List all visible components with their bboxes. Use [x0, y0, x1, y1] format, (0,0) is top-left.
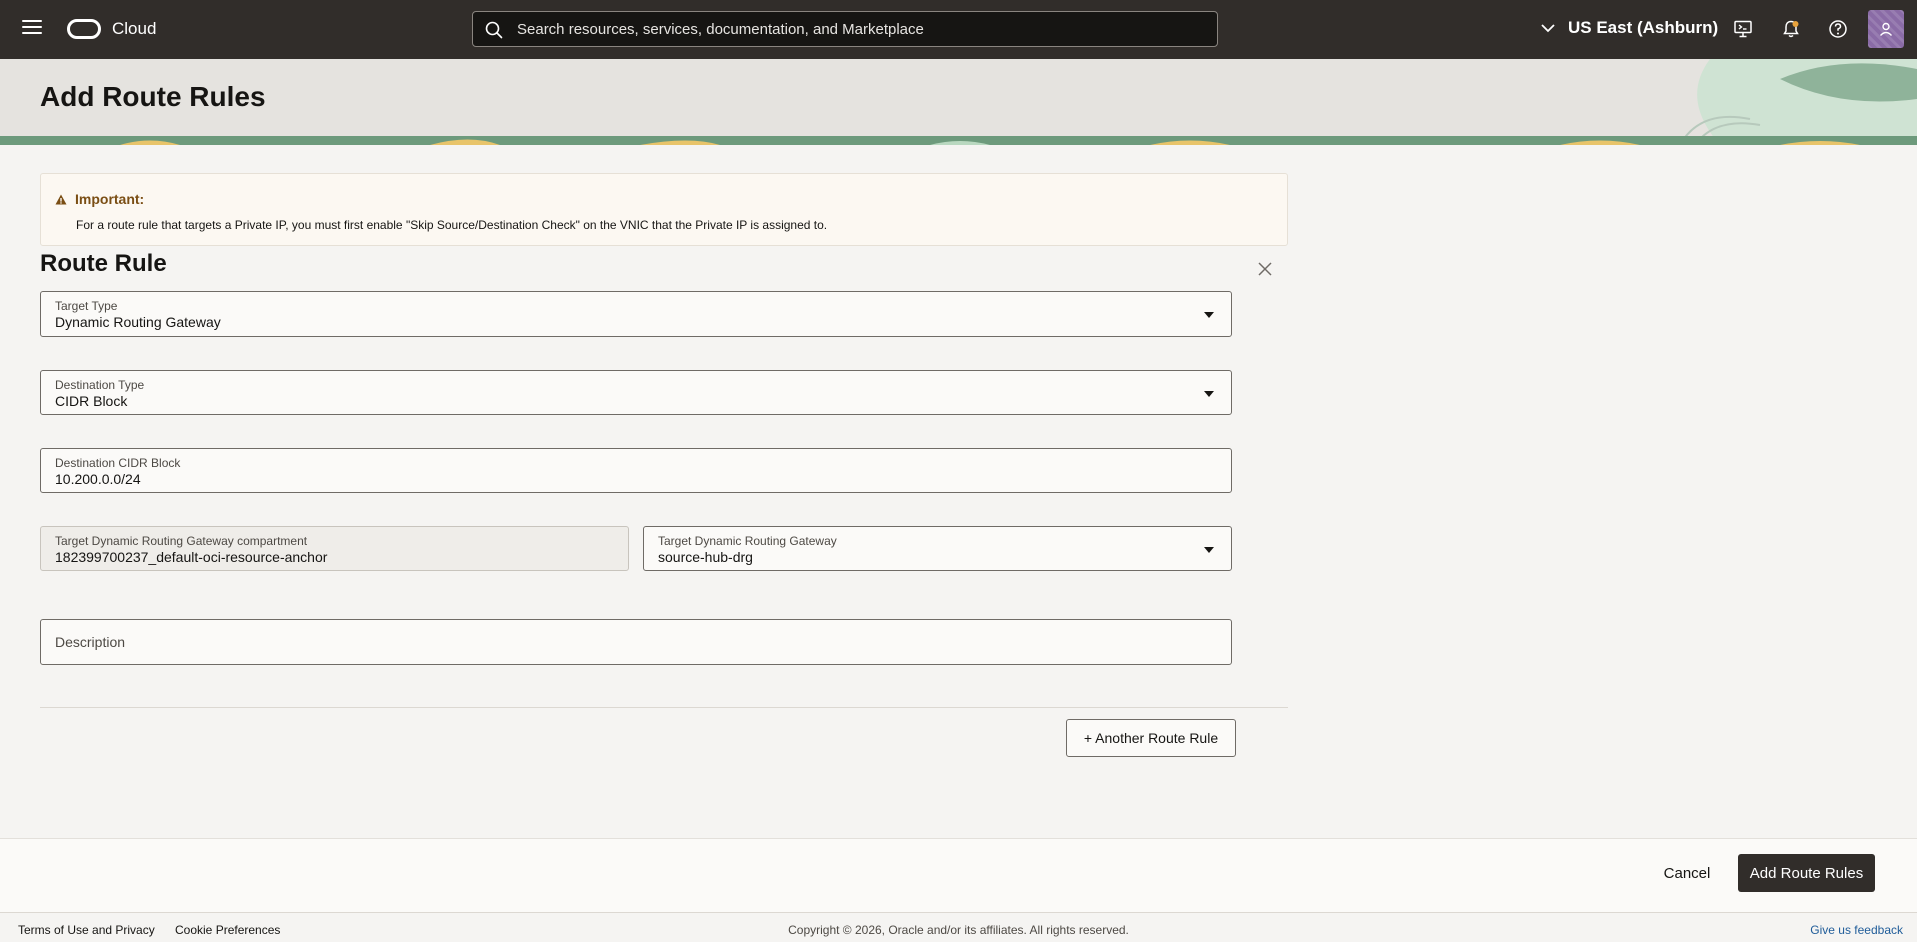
- cloud-shell-icon[interactable]: [1733, 19, 1753, 39]
- banner-pattern-strip: [0, 136, 1917, 145]
- region-selector[interactable]: US East (Ashburn): [1540, 18, 1718, 38]
- field-label: Target Dynamic Routing Gateway compartme…: [55, 534, 308, 548]
- page-title: Add Route Rules: [40, 81, 266, 112]
- chevron-down-icon: [1541, 24, 1555, 33]
- search-box[interactable]: [472, 11, 1218, 47]
- add-route-rules-button[interactable]: Add Route Rules: [1738, 854, 1875, 892]
- action-bar: Cancel Add Route Rules: [0, 838, 1917, 912]
- terms-link[interactable]: Terms of Use and Privacy: [18, 923, 155, 937]
- field-value: CIDR Block: [55, 393, 128, 409]
- destination-type-select[interactable]: Destination Type CIDR Block: [40, 370, 1232, 415]
- field-value: 10.200.0.0/24: [55, 471, 141, 487]
- hamburger-icon[interactable]: [22, 20, 42, 38]
- field-label: Target Dynamic Routing Gateway: [658, 534, 837, 548]
- field-label: Destination CIDR Block: [55, 456, 181, 470]
- field-value: source-hub-drg: [658, 549, 753, 565]
- search-icon: [485, 21, 503, 39]
- bell-icon[interactable]: [1781, 19, 1801, 39]
- notice-heading: Important:: [55, 191, 144, 207]
- page-banner: Add Route Rules: [0, 59, 1917, 145]
- brand-label[interactable]: Cloud: [112, 19, 156, 39]
- oracle-logo[interactable]: [67, 19, 101, 39]
- close-icon[interactable]: [1256, 260, 1274, 278]
- target-type-select[interactable]: Target Type Dynamic Routing Gateway: [40, 291, 1232, 337]
- help-icon[interactable]: [1828, 19, 1848, 39]
- important-notice: Important: For a route rule that targets…: [40, 173, 1288, 246]
- cancel-button[interactable]: Cancel: [1652, 854, 1722, 892]
- dropdown-caret-icon: [1204, 547, 1214, 553]
- section-title: Route Rule: [40, 250, 167, 277]
- banner-decoration: [1679, 59, 1917, 145]
- feedback-link[interactable]: Give us feedback: [1810, 923, 1903, 937]
- field-placeholder: Description: [55, 634, 126, 650]
- top-navigation-bar: Cloud US East (Ashburn): [0, 0, 1917, 59]
- user-avatar[interactable]: [1868, 10, 1904, 48]
- drg-compartment-field: Target Dynamic Routing Gateway compartme…: [40, 526, 629, 571]
- search-input[interactable]: [517, 12, 1207, 46]
- warning-icon: [55, 194, 67, 204]
- user-icon: [1879, 22, 1893, 36]
- destination-cidr-input[interactable]: Destination CIDR Block 10.200.0.0/24: [40, 448, 1232, 493]
- field-label: Destination Type: [55, 378, 145, 392]
- cookie-preferences-link[interactable]: Cookie Preferences: [175, 923, 280, 937]
- page-footer: Copyright © 2026, Oracle and/or its affi…: [0, 912, 1917, 942]
- field-value: 182399700237_default-oci-resource-anchor: [55, 549, 328, 565]
- region-label: US East (Ashburn): [1568, 18, 1719, 37]
- add-another-route-rule-button[interactable]: + Another Route Rule: [1066, 719, 1236, 757]
- field-value: Dynamic Routing Gateway: [55, 314, 221, 330]
- notice-text: For a route rule that targets a Private …: [76, 218, 828, 232]
- description-input[interactable]: Description: [40, 619, 1232, 665]
- field-label: Target Type: [55, 299, 118, 313]
- dropdown-caret-icon: [1204, 312, 1214, 318]
- dropdown-caret-icon: [1204, 391, 1214, 397]
- target-drg-select[interactable]: Target Dynamic Routing Gateway source-hu…: [643, 526, 1232, 571]
- section-divider: [40, 707, 1288, 708]
- copyright-text: Copyright © 2026, Oracle and/or its affi…: [788, 923, 1129, 937]
